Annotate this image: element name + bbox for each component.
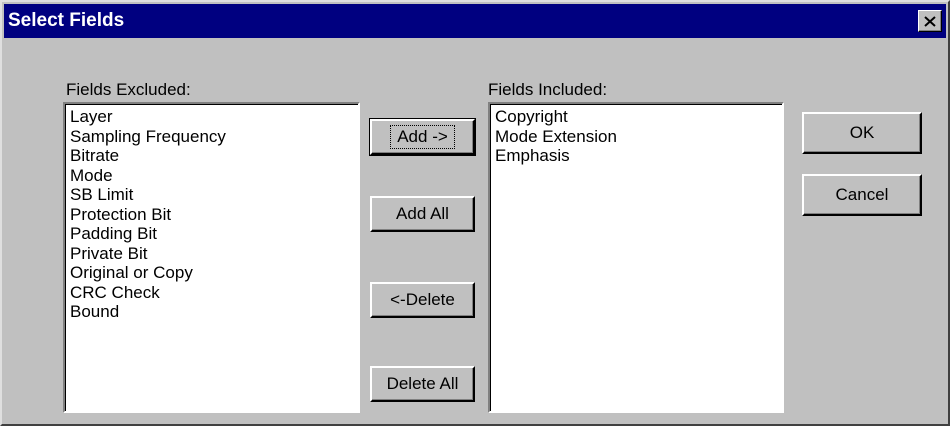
add-all-button-label: Add All (396, 204, 449, 223)
dialog-title: Select Fields (8, 10, 125, 31)
select-fields-dialog: Select Fields Fields Excluded: Fields In… (0, 0, 950, 426)
list-item[interactable]: Private Bit (70, 244, 353, 264)
fields-excluded-listbox[interactable]: Layer Sampling Frequency Bitrate Mode SB… (63, 102, 360, 413)
list-item[interactable]: Original or Copy (70, 263, 353, 283)
list-item[interactable]: Protection Bit (70, 205, 353, 225)
list-item[interactable]: Copyright (495, 107, 777, 127)
add-all-button[interactable]: Add All (370, 196, 475, 232)
add-button-label: Add -> (390, 125, 455, 149)
list-item[interactable]: Layer (70, 107, 353, 127)
list-item[interactable]: Mode (70, 166, 353, 186)
list-item[interactable]: Padding Bit (70, 224, 353, 244)
close-button[interactable] (918, 10, 942, 32)
list-item[interactable]: SB Limit (70, 185, 353, 205)
ok-button[interactable]: OK (802, 112, 922, 154)
list-item[interactable]: Sampling Frequency (70, 127, 353, 147)
list-item[interactable]: Bound (70, 302, 353, 322)
add-button[interactable]: Add -> (369, 118, 476, 156)
close-icon (924, 15, 936, 27)
delete-button-label: <-Delete (390, 290, 455, 309)
delete-all-button[interactable]: Delete All (370, 366, 475, 402)
list-item[interactable]: Bitrate (70, 146, 353, 166)
cancel-button[interactable]: Cancel (802, 174, 922, 216)
list-item[interactable]: CRC Check (70, 283, 353, 303)
fields-excluded-label: Fields Excluded: (66, 80, 191, 99)
cancel-button-label: Cancel (835, 185, 889, 204)
title-bar[interactable]: Select Fields (4, 4, 946, 38)
list-item[interactable]: Emphasis (495, 146, 777, 166)
fields-included-label: Fields Included: (488, 80, 608, 99)
delete-all-button-label: Delete All (386, 374, 459, 393)
delete-button[interactable]: <-Delete (370, 282, 475, 318)
ok-button-label: OK (849, 123, 875, 142)
fields-included-listbox[interactable]: Copyright Mode Extension Emphasis (488, 102, 784, 413)
list-item[interactable]: Mode Extension (495, 127, 777, 147)
